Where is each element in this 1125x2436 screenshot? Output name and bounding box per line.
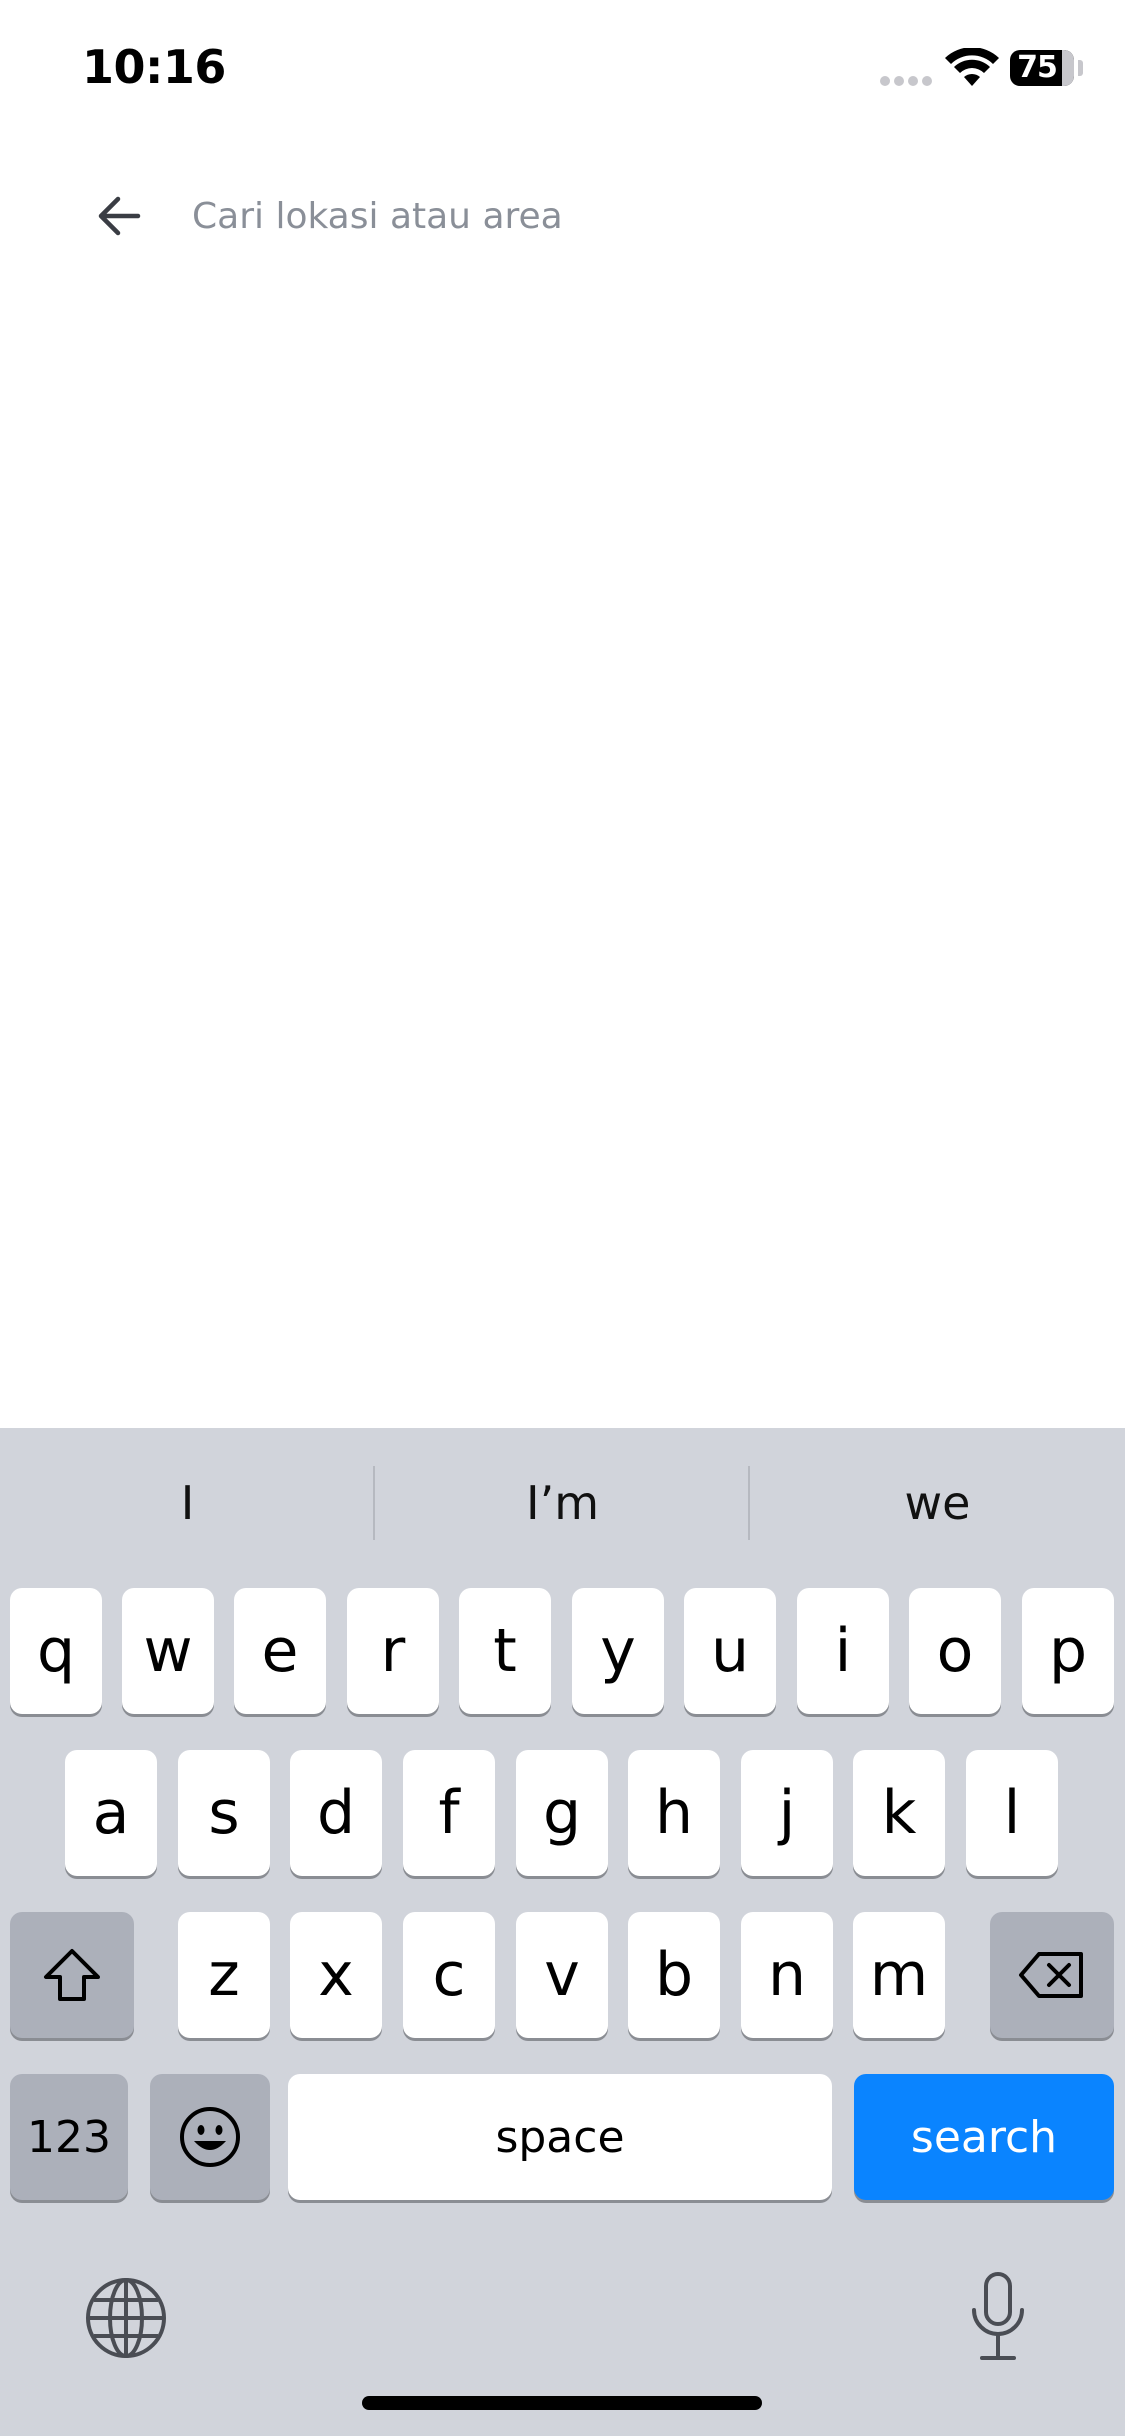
key-b[interactable]: b — [628, 1912, 720, 2038]
search-header — [0, 170, 1125, 260]
numbers-key-label: 123 — [27, 2111, 111, 2163]
key-t[interactable]: t — [459, 1588, 551, 1714]
space-key-label: space — [495, 2111, 625, 2163]
emoji-icon — [180, 2107, 240, 2167]
home-indicator — [362, 2396, 762, 2410]
key-w[interactable]: w — [122, 1588, 214, 1714]
battery-icon: 75 — [1010, 50, 1074, 86]
location-search-input[interactable] — [192, 186, 1072, 246]
shift-icon — [44, 1949, 100, 2001]
shift-key[interactable] — [10, 1912, 134, 2038]
emoji-key[interactable] — [150, 2074, 270, 2200]
search-key[interactable]: search — [854, 2074, 1114, 2200]
key-k[interactable]: k — [853, 1750, 945, 1876]
key-m[interactable]: m — [853, 1912, 945, 2038]
backspace-icon — [1019, 1952, 1083, 1998]
key-v[interactable]: v — [516, 1912, 608, 2038]
globe-icon[interactable] — [84, 2276, 168, 2360]
key-f[interactable]: f — [403, 1750, 495, 1876]
suggestion-2[interactable]: I’m — [375, 1468, 750, 1538]
wifi-icon — [945, 48, 999, 86]
suggestion-3[interactable]: we — [750, 1468, 1125, 1538]
key-i[interactable]: i — [797, 1588, 889, 1714]
suggestion-1[interactable]: I — [0, 1468, 375, 1538]
battery-level: 75 — [1017, 50, 1058, 85]
battery-cap — [1078, 60, 1083, 76]
key-n[interactable]: n — [741, 1912, 833, 2038]
search-key-label: search — [910, 2111, 1058, 2163]
key-r[interactable]: r — [347, 1588, 439, 1714]
key-x[interactable]: x — [290, 1912, 382, 2038]
numbers-key[interactable]: 123 — [10, 2074, 128, 2200]
key-p[interactable]: p — [1022, 1588, 1114, 1714]
key-q[interactable]: q — [10, 1588, 102, 1714]
key-s[interactable]: s — [178, 1750, 270, 1876]
keyboard: I I’m we q w e r t y u i o p a s d f g h… — [0, 1428, 1125, 2436]
status-time: 10:16 — [82, 40, 226, 94]
key-j[interactable]: j — [741, 1750, 833, 1876]
key-g[interactable]: g — [516, 1750, 608, 1876]
key-u[interactable]: u — [684, 1588, 776, 1714]
back-arrow-icon[interactable] — [88, 188, 152, 244]
key-e[interactable]: e — [234, 1588, 326, 1714]
space-key[interactable]: space — [288, 2074, 832, 2200]
key-a[interactable]: a — [65, 1750, 157, 1876]
key-z[interactable]: z — [178, 1912, 270, 2038]
key-h[interactable]: h — [628, 1750, 720, 1876]
key-o[interactable]: o — [909, 1588, 1001, 1714]
status-bar: 10:16 75 — [0, 0, 1125, 140]
microphone-icon[interactable] — [966, 2270, 1030, 2366]
delete-key[interactable] — [990, 1912, 1114, 2038]
suggestion-bar: I I’m we — [0, 1428, 1125, 1578]
cellular-signal-icon — [880, 76, 934, 88]
key-c[interactable]: c — [403, 1912, 495, 2038]
key-d[interactable]: d — [290, 1750, 382, 1876]
key-y[interactable]: y — [572, 1588, 664, 1714]
key-l[interactable]: l — [966, 1750, 1058, 1876]
